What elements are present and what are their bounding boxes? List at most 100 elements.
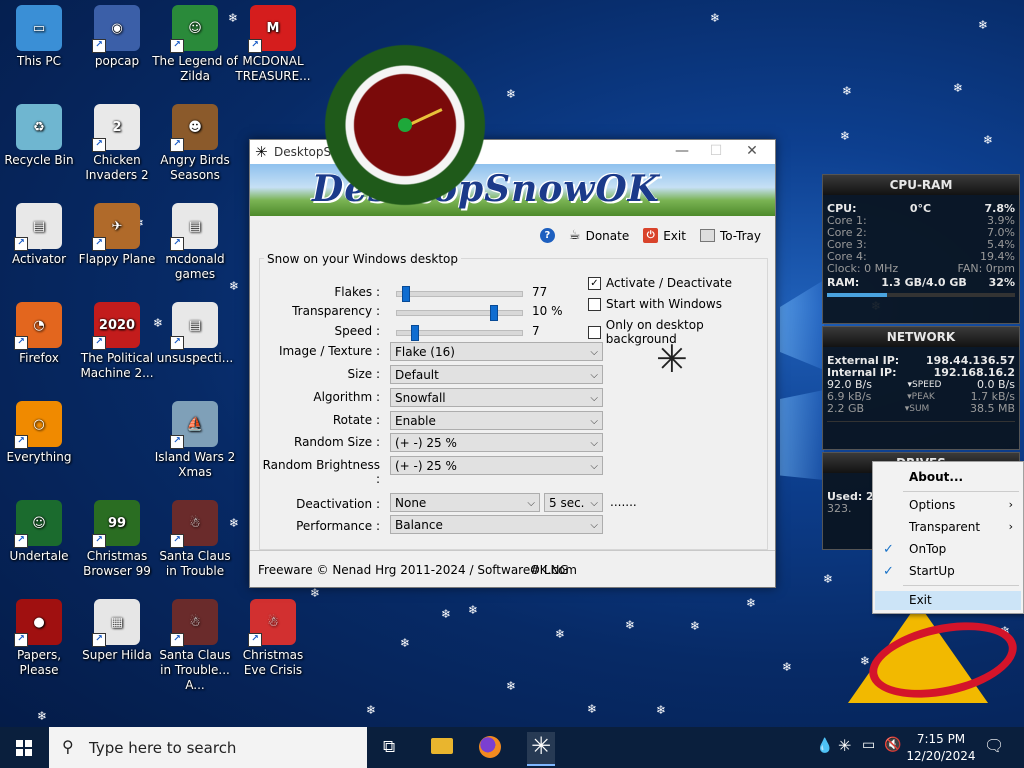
desktop-icon[interactable]: ⛵ ↗ Island Wars 2 Xmas: [152, 401, 238, 480]
desktop-icon[interactable]: ♻ Recycle Bin: [0, 104, 82, 168]
desktop-icon[interactable]: ☃ ↗ Santa Claus in Trouble... A...: [152, 599, 238, 693]
desktop-icon[interactable]: ● ↗ Papers, Please: [0, 599, 82, 678]
menu-item[interactable]: ✓ StartUp: [875, 562, 1021, 581]
network-tray-icon[interactable]: ▭: [862, 737, 875, 753]
dropdown-select[interactable]: Enable ⌵: [390, 411, 603, 430]
desktop-icon[interactable]: ☃ ↗ Christmas Eve Crisis: [230, 599, 316, 678]
desktop-icon[interactable]: ☃ ↗ Santa Claus in Trouble: [152, 500, 238, 579]
slider-track[interactable]: [396, 325, 523, 341]
deactivation-seconds-select[interactable]: 5 sec. ⌵: [544, 493, 603, 512]
desktop-icon[interactable]: ◉ ↗ popcap: [74, 5, 160, 69]
checkbox[interactable]: Start with Windows: [588, 297, 722, 311]
performance-select[interactable]: Balance ⌵: [390, 515, 603, 534]
dropdown-select[interactable]: (+ -) 25 % ⌵: [390, 456, 603, 475]
snowflake: ❄: [506, 679, 517, 693]
dropdown-select[interactable]: Default ⌵: [390, 365, 603, 384]
ram-bar: [827, 293, 1015, 297]
volume-muted-icon[interactable]: 🔇: [884, 737, 901, 753]
desktop-icon[interactable]: ▤ ↗ unsuspecti...: [152, 302, 238, 366]
dropdown-select[interactable]: Flake (16) ⌵: [390, 342, 603, 361]
slider-thumb[interactable]: [411, 325, 419, 341]
snowflake-tray-icon[interactable]: ✳: [838, 736, 851, 755]
exit-button[interactable]: ⏻ Exit: [643, 228, 686, 243]
snowflake: ❄: [746, 596, 757, 610]
start-button[interactable]: [0, 727, 48, 768]
menu-item[interactable]: ✓ OnTop: [875, 540, 1021, 559]
menu-item[interactable]: About...: [875, 468, 1021, 487]
menu-item[interactable]: Exit: [875, 591, 1021, 610]
snowflake: ❄: [625, 618, 636, 632]
file-explorer-icon[interactable]: [431, 738, 453, 754]
cpu-ram-gadget: CPU-RAM CPU: 0°C 7.8% Core 1: 3.9% Core 2:…: [822, 174, 1020, 324]
notification-icon[interactable]: 🗨: [984, 736, 1004, 755]
checkbox[interactable]: ✓ Activate / Deactivate: [588, 276, 732, 290]
app-icon: ◔ ↗: [14, 302, 62, 350]
desktop-icon-label: The Legend of Zilda: [152, 54, 238, 83]
slider-track[interactable]: [396, 286, 523, 302]
desktop-icon[interactable]: ☻ ↗ Angry Birds Seasons: [152, 104, 238, 183]
desktopsnowok-taskbar-icon[interactable]: ✳: [527, 732, 555, 766]
firefox-icon[interactable]: [479, 736, 501, 758]
deactivation-select[interactable]: None ⌵: [390, 493, 540, 512]
desktop-icon[interactable]: ☺ ↗ The Legend of Zilda: [152, 5, 238, 84]
app-icon: 2 ↗: [92, 104, 140, 152]
select-value: Snowfall: [395, 391, 446, 405]
wallpaper-beam: [780, 280, 824, 370]
desktop-icon[interactable]: ▭ This PC: [0, 5, 82, 69]
clock-date[interactable]: 12/20/2024: [906, 749, 976, 763]
deactivation-label: Deactivation :: [296, 497, 380, 511]
slider-track[interactable]: [396, 305, 523, 321]
donate-button[interactable]: ☕ Donate: [569, 228, 629, 243]
menu-item[interactable]: Transparent ›: [875, 518, 1021, 537]
desktop-icon-label: mcdonald games: [165, 252, 225, 281]
desktop-icon[interactable]: ▦ ↗ Super Hilda: [74, 599, 160, 663]
desktop-icon-label: Super Hilda: [82, 648, 152, 662]
clock-time[interactable]: 7:15 PM: [906, 732, 976, 746]
checkbox-box[interactable]: ✓: [588, 276, 601, 290]
menu-item[interactable]: Options ›: [875, 496, 1021, 515]
app-banner: DesktopSnowOK: [250, 164, 775, 216]
dropdown-select[interactable]: (+ -) 25 % ⌵: [390, 433, 603, 452]
close-button[interactable]: ✕: [737, 143, 767, 161]
minimize-button[interactable]: —: [667, 143, 697, 161]
tray-icon: [699, 229, 715, 242]
windows-logo-icon: [16, 740, 32, 756]
taskbar: ⚲ Type here to search ⧉ ✳ 💧 ✳ ▭ 🔇 7:15 P…: [0, 727, 1024, 768]
desktop-icon-label: Angry Birds Seasons: [160, 153, 230, 182]
maximize-button[interactable]: ☐: [701, 143, 731, 161]
language-link[interactable]: # LNG: [530, 563, 569, 577]
desktop-icon[interactable]: ▤ ↗ mcdonald games: [152, 203, 238, 282]
dropdown-select[interactable]: Snowfall ⌵: [390, 388, 603, 407]
app-icon: M ↗: [248, 5, 296, 53]
search-box[interactable]: ⚲ Type here to search: [49, 727, 367, 768]
desktop-icon-label: Christmas Eve Crisis: [242, 648, 304, 677]
menu-item-label: Transparent: [909, 520, 981, 534]
select-label: Random Brightness :: [262, 458, 380, 486]
checkbox-box[interactable]: [588, 297, 601, 311]
desktop-icon[interactable]: ✈ ↗ Flappy Plane: [74, 203, 160, 267]
snowflake: ❄: [710, 11, 721, 25]
slider-thumb[interactable]: [490, 305, 498, 321]
slider-thumb[interactable]: [402, 286, 410, 302]
desktop-icon[interactable]: 2 ↗ Chicken Invaders 2: [74, 104, 160, 183]
snowflake: ❄: [842, 84, 853, 98]
desktop-icon[interactable]: ☺ ↗ Undertale: [0, 500, 82, 564]
snowflake: ❄: [840, 129, 851, 143]
desktop-icon[interactable]: M ↗ MCDONAL TREASURE...: [230, 5, 316, 84]
help-button[interactable]: ?: [539, 228, 555, 243]
shortcut-arrow-icon: ↗: [170, 336, 184, 350]
desktop-icon-label: Recycle Bin: [4, 153, 74, 167]
task-view-icon[interactable]: ⧉: [383, 737, 395, 757]
drop-icon[interactable]: 💧: [816, 738, 833, 754]
desktop-icon[interactable]: 2020 ↗ The Political Machine 2...: [74, 302, 160, 381]
to-tray-button[interactable]: To-Tray: [699, 228, 761, 243]
desktop-icon[interactable]: ◔ ↗ Firefox: [0, 302, 82, 366]
snowflake: ❄: [953, 81, 964, 95]
slider-value: 77: [532, 285, 548, 299]
help-icon: ?: [539, 228, 555, 243]
checkbox-box[interactable]: [588, 325, 601, 339]
check-icon: ✓: [883, 542, 894, 557]
desktop-icon[interactable]: ○ ↗ Everything: [0, 401, 82, 465]
desktop-icon[interactable]: ▤ ↗ Activator: [0, 203, 82, 267]
desktop-icon[interactable]: 99 ↗ Christmas Browser 99: [74, 500, 160, 579]
